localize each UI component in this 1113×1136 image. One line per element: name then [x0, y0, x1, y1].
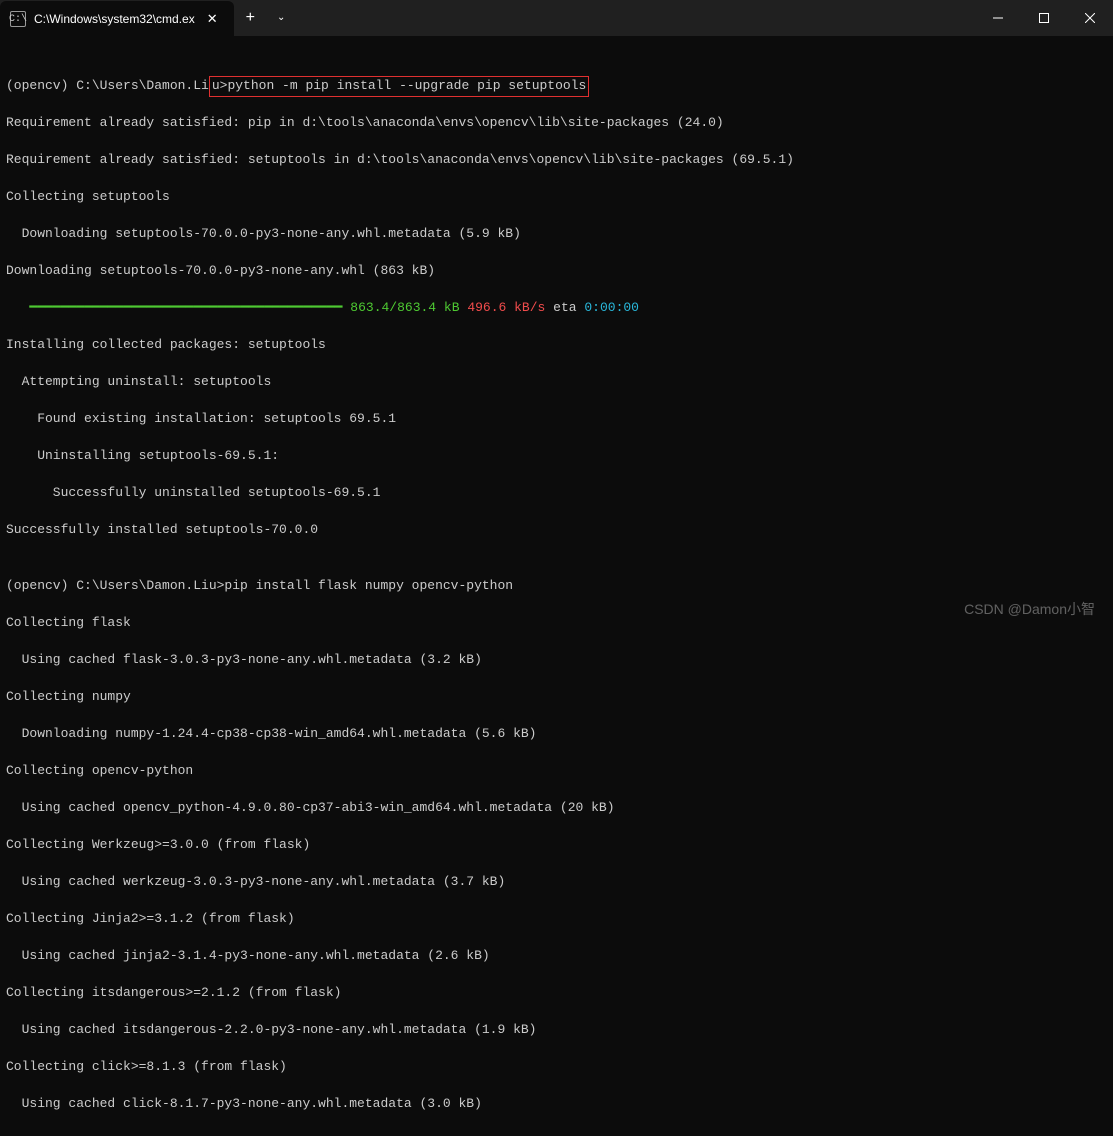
output-line: Installing collected packages: setuptool…	[6, 336, 1107, 355]
terminal-output[interactable]: (opencv) C:\Users\Damon.Liu>python -m pi…	[0, 36, 1113, 1136]
output-line: Using cached opencv_python-4.9.0.80-cp37…	[6, 799, 1107, 818]
watermark: CSDN @Damon小智	[964, 599, 1095, 619]
output-line: Collecting opencv-python	[6, 762, 1107, 781]
progress-speed: 496.6 kB/s	[460, 300, 546, 315]
output-line: Successfully uninstalled setuptools-69.5…	[6, 484, 1107, 503]
minimize-icon	[993, 13, 1003, 23]
output-line: Downloading numpy-1.24.4-cp38-cp38-win_a…	[6, 725, 1107, 744]
output-line: Using cached jinja2-3.1.4-py3-none-any.w…	[6, 947, 1107, 966]
close-button[interactable]	[1067, 0, 1113, 36]
progress-size: 863.4/863.4 kB	[342, 300, 459, 315]
progress-eta: 0:00:00	[584, 300, 639, 315]
title-bar: C:\ C:\Windows\system32\cmd.ex ✕ + ⌄	[0, 0, 1113, 36]
output-line: Downloading setuptools-70.0.0-py3-none-a…	[6, 225, 1107, 244]
cmd-icon: C:\	[10, 11, 26, 27]
close-icon	[1085, 13, 1095, 23]
output-line: Collecting Jinja2>=3.1.2 (from flask)	[6, 910, 1107, 929]
output-line: Using cached click-8.1.7-py3-none-any.wh…	[6, 1095, 1107, 1114]
output-line: Successfully installed setuptools-70.0.0	[6, 521, 1107, 540]
output-line: Collecting itsdangerous>=2.1.2 (from fla…	[6, 984, 1107, 1003]
progress-bar: ━━━━━━━━━━━━━━━━━━━━━━━━━━━━━━━━━━━━━━━━	[6, 300, 342, 315]
output-line: Requirement already satisfied: setuptool…	[6, 151, 1107, 170]
output-line: Found existing installation: setuptools …	[6, 410, 1107, 429]
tab-close-button[interactable]: ✕	[203, 10, 222, 29]
output-line: Collecting setuptools	[6, 188, 1107, 207]
output-line: Collecting numpy	[6, 688, 1107, 707]
prompt-line: (opencv) C:\Users\Damon.Liu>pip install …	[6, 577, 1107, 596]
output-line: Using cached werkzeug-3.0.3-py3-none-any…	[6, 873, 1107, 892]
progress-line: ━━━━━━━━━━━━━━━━━━━━━━━━━━━━━━━━━━━━━━━━…	[6, 299, 1107, 318]
new-tab-button[interactable]: +	[234, 9, 267, 27]
prompt-line: (opencv) C:\Users\Damon.Liu>python -m pi…	[6, 77, 1107, 96]
tab-cmd[interactable]: C:\ C:\Windows\system32\cmd.ex ✕	[0, 1, 234, 37]
output-line: Using cached flask-3.0.3-py3-none-any.wh…	[6, 651, 1107, 670]
output-line: Downloading setuptools-70.0.0-py3-none-a…	[6, 262, 1107, 281]
tab-dropdown-button[interactable]: ⌄	[267, 12, 295, 24]
maximize-button[interactable]	[1021, 0, 1067, 36]
prompt-prefix: (opencv) C:\Users\Damon.Li	[6, 78, 209, 93]
output-line: Attempting uninstall: setuptools	[6, 373, 1107, 392]
output-line: Uninstalling setuptools-69.5.1:	[6, 447, 1107, 466]
maximize-icon	[1039, 13, 1049, 23]
output-line: Collecting click>=8.1.3 (from flask)	[6, 1058, 1107, 1077]
highlighted-command: u>python -m pip install --upgrade pip se…	[209, 76, 589, 97]
output-line: Requirement already satisfied: pip in d:…	[6, 114, 1107, 133]
progress-eta-label: eta	[545, 300, 584, 315]
output-line: Using cached itsdangerous-2.2.0-py3-none…	[6, 1021, 1107, 1040]
output-line: Collecting flask	[6, 614, 1107, 633]
tab-title: C:\Windows\system32\cmd.ex	[34, 12, 195, 26]
output-line: Collecting Werkzeug>=3.0.0 (from flask)	[6, 836, 1107, 855]
minimize-button[interactable]	[975, 0, 1021, 36]
